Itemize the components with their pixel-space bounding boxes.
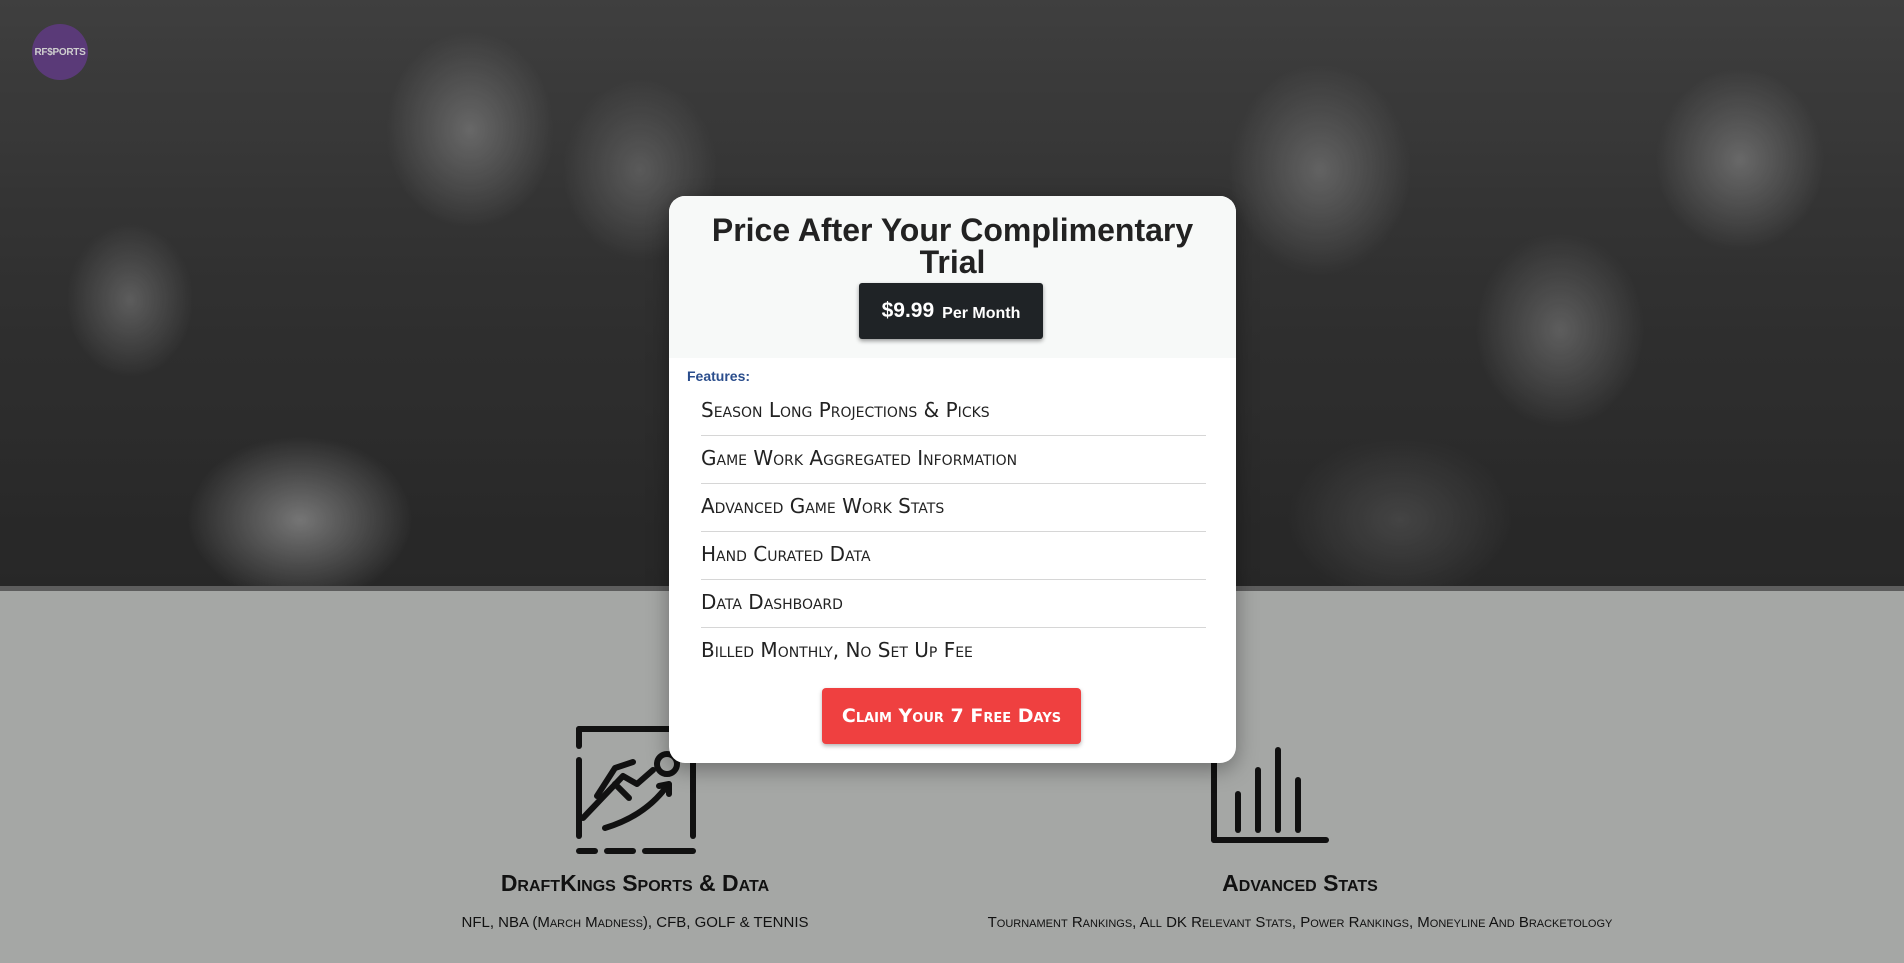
modal-title: Price After Your Complimentary Trial (711, 212, 1194, 280)
brand-logo[interactable]: RF$PORTS (32, 24, 88, 80)
logo-text: RF$PORTS (34, 46, 86, 58)
feature-title: Advanced Stats (1222, 870, 1378, 896)
list-item: Billed Monthly, No Set Up Fee (701, 638, 973, 662)
list-item: Hand Curated Data (701, 532, 1206, 580)
list-item: Data Dashboard (701, 580, 1206, 628)
modal-header: Price After Your Complimentary Trial $9.… (669, 196, 1236, 358)
price-amount: $9.99 (881, 299, 935, 322)
claim-trial-button[interactable]: Claim Your 7 Free Days (822, 688, 1081, 744)
pricing-modal: Price After Your Complimentary Trial $9.… (669, 196, 1236, 763)
feature-subtitle: Tournament Rankings, All DK Relevant Sta… (987, 914, 1613, 931)
feature-title: DraftKings Sports & Data (500, 870, 770, 896)
list-item: Game Work Aggregated Information (701, 436, 1206, 484)
list-item: Advanced Game Work Stats (701, 484, 1206, 532)
price-badge: $9.99 Per Month (859, 283, 1043, 339)
feature-subtitle: NFL, NBA (March Madness), CFB, GOLF & TE… (461, 914, 809, 931)
bar-chart-icon (1211, 747, 1329, 843)
price-period: Per Month (942, 305, 1021, 322)
feature-list: Season Long Projections & Picks Game Wor… (701, 388, 1206, 675)
list-item: Season Long Projections & Picks (701, 388, 1206, 436)
features-label: Features: (687, 368, 751, 384)
